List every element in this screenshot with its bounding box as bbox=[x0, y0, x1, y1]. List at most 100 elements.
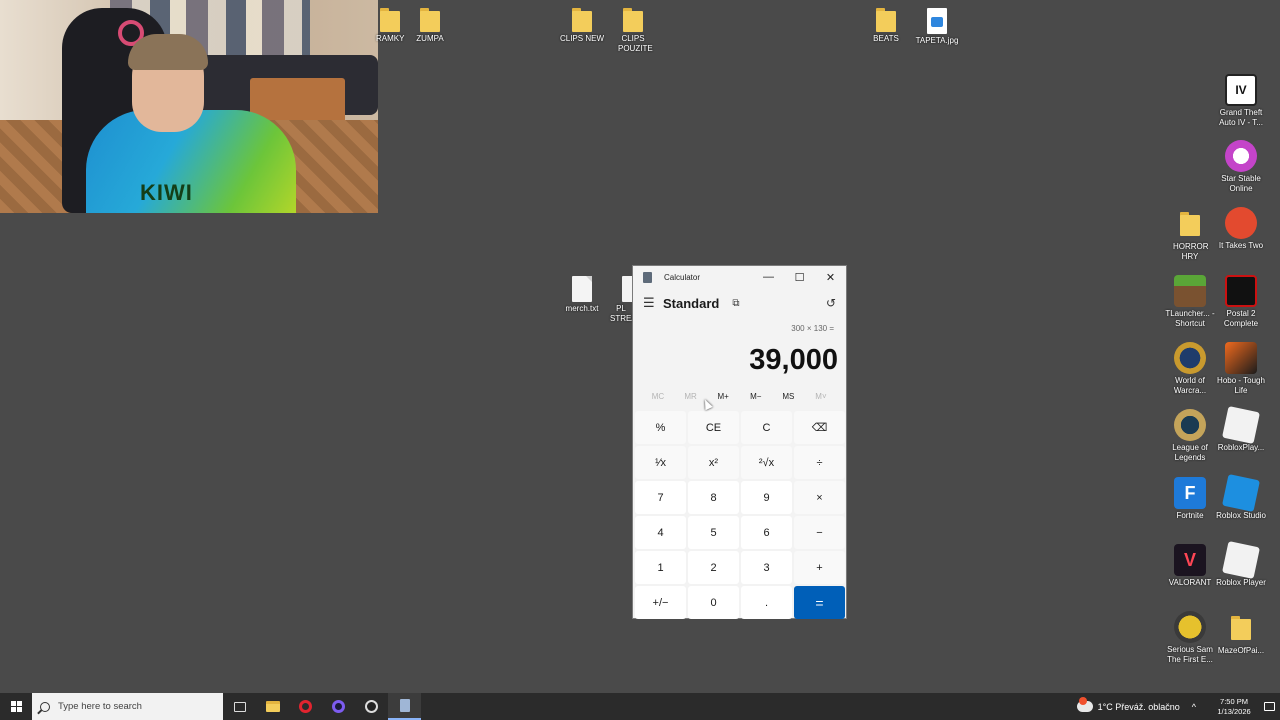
hamburger-menu-icon[interactable]: ☰ bbox=[643, 295, 663, 311]
digit-9-button[interactable]: 9 bbox=[741, 481, 792, 514]
roblox-icon bbox=[1222, 406, 1260, 444]
subtract-button[interactable]: − bbox=[794, 516, 845, 549]
folder-icon bbox=[380, 8, 400, 32]
desktop-icon-zumpa[interactable]: ZUMPA bbox=[402, 8, 458, 44]
desktop-icon-mazeofpain[interactable]: MazeOfPai... bbox=[1213, 612, 1269, 656]
windows-logo-icon bbox=[10, 701, 22, 712]
serious-sam-icon bbox=[1174, 611, 1206, 643]
reciprocal-button[interactable]: ¹⁄x bbox=[635, 446, 686, 479]
webcam-shirt-text: KIWI bbox=[140, 180, 193, 205]
memory-add-button[interactable]: M+ bbox=[708, 392, 738, 401]
desktop-icon-roblox-studio[interactable]: Roblox Studio bbox=[1213, 474, 1269, 521]
desktop-icon-star-stable[interactable]: Star Stable Online bbox=[1213, 140, 1269, 194]
digit-1-button[interactable]: 1 bbox=[635, 551, 686, 584]
square-button[interactable]: x² bbox=[688, 446, 739, 479]
text-file-icon bbox=[622, 276, 632, 302]
maximize-button[interactable]: ☐ bbox=[784, 266, 815, 288]
desktop-icon-robloxplayer-1[interactable]: RobloxPlay... bbox=[1213, 406, 1269, 453]
digit-2-button[interactable]: 2 bbox=[688, 551, 739, 584]
desktop-icon-roblox-player-2[interactable]: Roblox Player bbox=[1213, 541, 1269, 588]
world-of-warcraft-icon bbox=[1174, 342, 1206, 374]
file-explorer-icon bbox=[265, 701, 280, 712]
backspace-button[interactable]: ⌫ bbox=[794, 411, 845, 444]
clear-entry-button[interactable]: CE bbox=[688, 411, 739, 444]
memory-store-button[interactable]: MS bbox=[773, 392, 803, 401]
memory-bar: MC MR M+ M− MS M˅ bbox=[633, 384, 846, 408]
text-file-icon bbox=[572, 276, 592, 302]
desktop-icon-clips-new[interactable]: CLIPS NEW bbox=[554, 8, 610, 44]
webcam-person-hair bbox=[128, 34, 208, 70]
folder-icon bbox=[1180, 212, 1200, 236]
weather-text[interactable]: 1°C Převáž. oblačno bbox=[1098, 702, 1180, 712]
it-takes-two-icon bbox=[1225, 207, 1257, 239]
memory-clear-button[interactable]: MC bbox=[643, 392, 673, 401]
taskbar-calculator[interactable] bbox=[388, 693, 421, 720]
taskbar-app-purple[interactable] bbox=[322, 693, 355, 720]
taskbar: Type here to search 1°C Převáž. oblačno … bbox=[0, 693, 1280, 720]
digit-3-button[interactable]: 3 bbox=[741, 551, 792, 584]
divide-button[interactable]: ÷ bbox=[794, 446, 845, 479]
memory-recall-button[interactable]: MR bbox=[676, 392, 706, 401]
desktop-icon-gta-iv[interactable]: IV Grand Theft Auto IV - T... bbox=[1213, 74, 1269, 128]
taskbar-file-explorer[interactable] bbox=[256, 693, 289, 720]
desktop-icon-clips-pouzite[interactable]: CLIPS POUZITE bbox=[605, 8, 661, 54]
league-of-legends-icon bbox=[1174, 409, 1206, 441]
desktop-icon-beats[interactable]: BEATS bbox=[858, 8, 914, 44]
roblox-studio-icon bbox=[1222, 474, 1260, 512]
desktop-icon-postal-2[interactable]: Postal 2 Complete bbox=[1213, 275, 1269, 329]
start-button[interactable] bbox=[0, 693, 32, 720]
digit-7-button[interactable]: 7 bbox=[635, 481, 686, 514]
taskbar-opera[interactable] bbox=[289, 693, 322, 720]
roblox-icon bbox=[1222, 541, 1260, 579]
desktop-icon-hobo[interactable]: Hobo - Tough Life bbox=[1213, 342, 1269, 396]
digit-5-button[interactable]: 5 bbox=[688, 516, 739, 549]
task-view-button[interactable] bbox=[223, 693, 256, 720]
negate-button[interactable]: +/− bbox=[635, 586, 686, 619]
memory-subtract-button[interactable]: M− bbox=[741, 392, 771, 401]
window-title: Calculator bbox=[664, 272, 701, 282]
add-button[interactable]: + bbox=[794, 551, 845, 584]
decimal-button[interactable]: . bbox=[741, 586, 792, 619]
notification-center-button[interactable] bbox=[1258, 693, 1280, 720]
desktop-icon-league-of-legends[interactable]: League of Legends bbox=[1162, 409, 1218, 463]
calculator-window: Calculator — ☐ ✕ ☰ Standard ⧉ ↺ 300 × 13… bbox=[632, 265, 847, 619]
star-stable-icon bbox=[1225, 140, 1257, 172]
minimize-button[interactable]: — bbox=[753, 266, 784, 288]
taskbar-obs[interactable] bbox=[355, 693, 388, 720]
keep-on-top-icon[interactable]: ⧉ bbox=[732, 298, 739, 309]
close-button[interactable]: ✕ bbox=[815, 266, 846, 288]
clear-button[interactable]: C bbox=[741, 411, 792, 444]
desktop-icon-horror-hry[interactable]: HORROR HRY bbox=[1162, 208, 1218, 262]
system-tray: 1°C Převáž. oblačno ^ 7:50 PM 1/13/2026 bbox=[1076, 693, 1280, 720]
desktop-icon-valorant[interactable]: V VALORANT bbox=[1162, 544, 1218, 588]
history-icon[interactable]: ↺ bbox=[826, 296, 836, 310]
webcam-overlay: KIWI bbox=[0, 0, 378, 213]
fortnite-icon: F bbox=[1174, 477, 1206, 509]
memory-list-button[interactable]: M˅ bbox=[806, 392, 836, 401]
taskbar-clock[interactable]: 7:50 PM 1/13/2026 bbox=[1210, 697, 1258, 717]
digit-6-button[interactable]: 6 bbox=[741, 516, 792, 549]
calculator-mode-bar: ☰ Standard ⧉ ↺ bbox=[633, 288, 846, 318]
equals-button[interactable]: = bbox=[794, 586, 845, 619]
desktop-icon-tlauncher[interactable]: TLauncher... - Shortcut bbox=[1162, 275, 1218, 329]
desktop-icon-wow[interactable]: World of Warcra... bbox=[1162, 342, 1218, 396]
calculator-titlebar[interactable]: Calculator — ☐ ✕ bbox=[633, 266, 846, 288]
weather-icon[interactable] bbox=[1076, 697, 1093, 712]
square-root-button[interactable]: ²√x bbox=[741, 446, 792, 479]
folder-icon bbox=[420, 8, 440, 32]
digit-8-button[interactable]: 8 bbox=[688, 481, 739, 514]
percent-button[interactable]: % bbox=[635, 411, 686, 444]
desktop-icon-it-takes-two[interactable]: It Takes Two bbox=[1213, 207, 1269, 251]
desktop-icon-serious-sam[interactable]: Serious Sam The First E... bbox=[1162, 611, 1218, 665]
desktop-icon-merch[interactable]: merch.txt bbox=[554, 276, 610, 314]
expression-display: 300 × 130 = bbox=[791, 324, 834, 333]
desktop-icon-fortnite[interactable]: F Fortnite bbox=[1162, 477, 1218, 521]
digit-0-button[interactable]: 0 bbox=[688, 586, 739, 619]
chevron-up-icon[interactable]: ^ bbox=[1192, 702, 1196, 712]
desktop-icon-tapeta[interactable]: TAPETA.jpg bbox=[909, 8, 965, 46]
desktop-icon-pl-strea[interactable]: PL STREA bbox=[604, 276, 632, 324]
taskbar-search-box[interactable]: Type here to search bbox=[32, 693, 223, 720]
digit-4-button[interactable]: 4 bbox=[635, 516, 686, 549]
multiply-button[interactable]: × bbox=[794, 481, 845, 514]
calculator-app-icon bbox=[643, 271, 652, 283]
